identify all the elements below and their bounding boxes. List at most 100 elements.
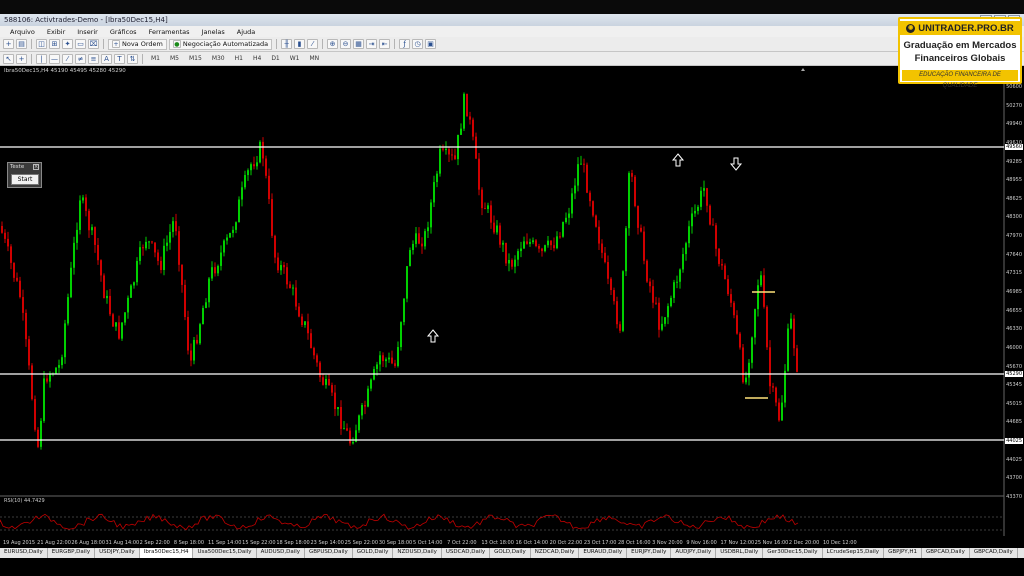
chart-tab[interactable]: USDJPY,Daily bbox=[95, 548, 140, 558]
trendline-icon[interactable]: ⁄ bbox=[62, 53, 73, 64]
chart-tab[interactable]: GBPUSD,Daily bbox=[305, 548, 353, 558]
candle-body bbox=[790, 318, 792, 329]
tile-windows-icon[interactable]: ▦ bbox=[353, 39, 365, 49]
vertical-line-icon[interactable]: | bbox=[36, 53, 47, 64]
profiles-icon[interactable]: ▤ bbox=[16, 39, 27, 49]
price-tick-label: 44025 bbox=[1006, 456, 1022, 463]
date-tick-label: 11 Sep 14:00 bbox=[208, 540, 242, 546]
price-chart[interactable] bbox=[0, 66, 1024, 546]
periods-icon[interactable]: ◷ bbox=[412, 39, 424, 49]
zoom-out-icon[interactable]: ⊖ bbox=[340, 39, 352, 49]
chart-tab[interactable]: GBPCAD,Daily bbox=[970, 548, 1018, 558]
chart-window[interactable]: Ibra50Dec15,H4 45190 45495 45280 45290 5… bbox=[0, 66, 1024, 546]
channel-icon[interactable]: ≠ bbox=[75, 53, 86, 64]
candle-body bbox=[361, 405, 363, 416]
candle-body bbox=[223, 240, 225, 253]
candlesticks-icon[interactable]: ▮ bbox=[294, 39, 306, 49]
timeframe-h4[interactable]: H4 bbox=[249, 55, 265, 62]
date-tick-label: 15 Sep 22:00 bbox=[242, 540, 276, 546]
price-axis[interactable]: 50600 50270 49940 49610 49285 48955 48625 48300… bbox=[1004, 66, 1024, 500]
chart-tab[interactable]: USDCAD,Daily bbox=[442, 548, 491, 558]
market-watch-icon[interactable]: ◫ bbox=[36, 39, 47, 49]
chart-tab[interactable]: NZDCAD,Daily bbox=[531, 548, 580, 558]
logo-brand-text: UNITRADER.PRO.BR bbox=[918, 22, 1014, 34]
candle-body bbox=[100, 260, 102, 276]
chart-tab[interactable]: EURAUD,Daily bbox=[579, 548, 628, 558]
chart-tab[interactable]: GBPCAD,Daily bbox=[922, 548, 970, 558]
chart-tab[interactable]: AUDUSD,Daily bbox=[257, 548, 306, 558]
horizontal-line-icon[interactable]: — bbox=[49, 53, 60, 64]
chart-tab[interactable]: GOLD,Daily bbox=[353, 548, 394, 558]
menu-item-janelas[interactable]: Janelas bbox=[196, 28, 231, 36]
candle-body bbox=[247, 170, 249, 176]
menu-item-inserir[interactable]: Inserir bbox=[71, 28, 104, 36]
candle-body bbox=[304, 321, 306, 325]
candle-body bbox=[490, 205, 492, 223]
menu-item-ajuda[interactable]: Ajuda bbox=[231, 28, 261, 36]
candle-body bbox=[343, 428, 345, 430]
menu-item-ferramentas[interactable]: Ferramentas bbox=[143, 28, 196, 36]
crosshair-icon[interactable]: + bbox=[16, 53, 27, 64]
price-tick-label: 50270 bbox=[1006, 102, 1022, 109]
candle-body bbox=[655, 302, 657, 304]
candle-body bbox=[34, 399, 36, 430]
chart-tab[interactable]: GOLD,Daily bbox=[490, 548, 531, 558]
fibonacci-icon[interactable]: ≡ bbox=[88, 53, 99, 64]
line-chart-icon[interactable]: ⁄ bbox=[307, 39, 319, 49]
arrows-icon[interactable]: ⇅ bbox=[127, 53, 138, 64]
chart-tab[interactable]: EURGBP,Daily bbox=[48, 548, 96, 558]
menu-item-arquivo[interactable]: Arquivo bbox=[4, 28, 41, 36]
indicators-icon[interactable]: ƒ bbox=[399, 39, 411, 49]
label-icon[interactable]: T bbox=[114, 53, 125, 64]
strategy-tester-icon[interactable]: ⌧ bbox=[88, 39, 99, 49]
timeframe-mn[interactable]: MN bbox=[306, 55, 324, 62]
date-axis[interactable]: 19 Aug 2015 21 Aug 22:00 26 Aug 18:00 31 Au… bbox=[0, 540, 1004, 548]
candle-body bbox=[280, 265, 282, 271]
window-title: 588106: Activtrades-Demo - [Ibra50Dec15,… bbox=[4, 16, 168, 24]
text-icon[interactable]: A bbox=[101, 53, 112, 64]
candle-body bbox=[112, 314, 114, 327]
start-button[interactable]: Start bbox=[11, 174, 39, 185]
timeframe-w1[interactable]: W1 bbox=[286, 55, 304, 62]
menu-item-graficos[interactable]: Gráficos bbox=[104, 28, 143, 36]
candle-body bbox=[40, 420, 42, 447]
chart-tab[interactable]: NZDUSD,Daily bbox=[393, 548, 442, 558]
candle-body bbox=[631, 173, 633, 177]
data-window-icon[interactable]: ⊞ bbox=[49, 39, 60, 49]
candle-body bbox=[409, 250, 411, 267]
timeframe-m15[interactable]: M15 bbox=[185, 55, 206, 62]
chart-tab[interactable]: GBPJPY,H1 bbox=[884, 548, 922, 558]
terminal-icon[interactable]: ▭ bbox=[75, 39, 86, 49]
candle-body bbox=[538, 246, 540, 249]
timeframe-h1[interactable]: H1 bbox=[231, 55, 247, 62]
chart-tab[interactable]: Ibra50Dec15,H4 bbox=[139, 548, 194, 558]
chart-tab[interactable]: AUDJPY,Daily bbox=[671, 548, 717, 558]
bar-chart-icon[interactable]: ╫ bbox=[281, 39, 293, 49]
templates-icon[interactable]: ▣ bbox=[425, 39, 437, 49]
cursor-icon[interactable]: ↖ bbox=[3, 53, 14, 64]
candle-body bbox=[115, 322, 117, 327]
close-icon[interactable]: × bbox=[33, 164, 39, 170]
timeframe-m1[interactable]: M1 bbox=[147, 55, 164, 62]
new-order-button[interactable]: + Nova Ordem bbox=[108, 38, 167, 50]
candle-body bbox=[466, 93, 468, 117]
auto-scroll-icon[interactable]: ⇥ bbox=[366, 39, 378, 49]
auto-trading-button[interactable]: ● Negociação Automatizada bbox=[168, 38, 273, 50]
navigator-icon[interactable]: ✦ bbox=[62, 39, 73, 49]
chart-shift-icon[interactable]: ⇤ bbox=[379, 39, 391, 49]
chart-tab[interactable]: EURJPY,Daily bbox=[627, 548, 672, 558]
chart-tab[interactable]: Usa500Dec15,Daily bbox=[193, 548, 257, 558]
candle-body bbox=[745, 377, 747, 383]
level-price-label: 49560 bbox=[1005, 144, 1023, 150]
zoom-in-icon[interactable]: ⊕ bbox=[327, 39, 339, 49]
chart-tab[interactable]: USDBRL,Daily bbox=[716, 548, 764, 558]
chart-tab[interactable]: Ger30Dec15,Daily bbox=[763, 548, 823, 558]
new-chart-icon[interactable]: + bbox=[3, 39, 14, 49]
candle-body bbox=[184, 284, 186, 317]
timeframe-d1[interactable]: D1 bbox=[267, 55, 283, 62]
menu-item-exibir[interactable]: Exibir bbox=[41, 28, 71, 36]
timeframe-m30[interactable]: M30 bbox=[208, 55, 229, 62]
timeframe-m5[interactable]: M5 bbox=[166, 55, 183, 62]
chart-tab[interactable]: LCrudeSep15,Daily bbox=[823, 548, 885, 558]
chart-tab[interactable]: EURUSD,Daily bbox=[0, 548, 48, 558]
